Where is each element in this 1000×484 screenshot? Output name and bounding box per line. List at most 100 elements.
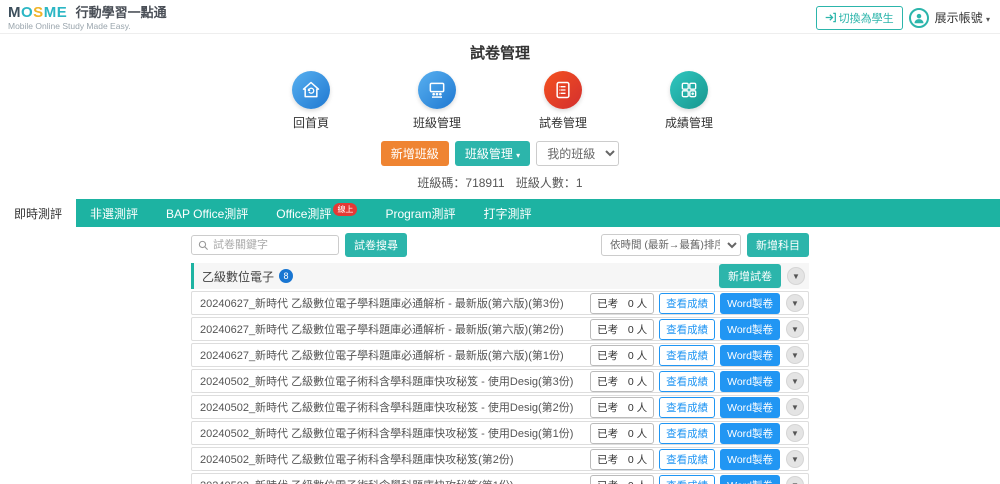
logo-letters: MOSME xyxy=(8,4,67,21)
exam-count-badge: 8 xyxy=(279,269,293,283)
row-menu-button[interactable]: ▼ xyxy=(786,294,804,312)
view-scores-button[interactable]: 查看成績 xyxy=(659,397,715,418)
view-scores-button[interactable]: 查看成績 xyxy=(659,293,715,314)
exam-row: 20240627_新時代 乙級數位電子學科題庫必通解析 - 最新版(第六版)(第… xyxy=(191,291,809,315)
taken-count-box: 已考 0 人 xyxy=(590,449,654,470)
row-menu-button[interactable]: ▼ xyxy=(786,424,804,442)
tab-bap-office-assessment[interactable]: BAP Office測評 xyxy=(152,199,262,227)
avatar[interactable] xyxy=(909,8,929,28)
assessment-tabs: 即時測評 非選測評 BAP Office測評 Office測評線上 Progra… xyxy=(0,199,1000,227)
exam-title: 20240627_新時代 乙級數位電子學科題庫必通解析 - 最新版(第六版)(第… xyxy=(200,347,590,363)
add-class-button[interactable]: 新增班級 xyxy=(381,141,449,166)
row-menu-button[interactable]: ▼ xyxy=(786,476,804,484)
exam-title: 20240502_新時代 乙級數位電子術科含學科題庫快攻秘笈 - 使用Desig… xyxy=(200,373,590,389)
tab-typing-assessment[interactable]: 打字測評 xyxy=(469,199,545,227)
nav-class-management[interactable]: 班級管理 xyxy=(405,71,469,131)
search-box xyxy=(191,235,339,255)
exam-title: 20240502_新時代 乙級數位電子術科含學科題庫快攻秘笈(第2份) xyxy=(200,451,590,467)
chevron-down-icon: ▼ xyxy=(791,455,799,464)
nav-score-management[interactable]: 成績管理 xyxy=(657,71,721,131)
chevron-down-icon: ▼ xyxy=(791,429,799,438)
word-make-exam-button[interactable]: Word製卷 xyxy=(720,423,780,444)
row-menu-button[interactable]: ▼ xyxy=(786,372,804,390)
tab-office-assessment[interactable]: Office測評線上 xyxy=(262,199,371,227)
grades-grid-icon xyxy=(670,71,708,109)
brand-tagline: Mobile Online Study Made Easy. xyxy=(8,22,167,31)
taken-count-box: 已考 0 人 xyxy=(590,345,654,366)
page-title: 試卷管理 xyxy=(0,42,1000,63)
word-make-exam-button[interactable]: Word製卷 xyxy=(720,293,780,314)
logo[interactable]: MOSME 行動學習一點通 Mobile Online Study Made E… xyxy=(8,5,167,31)
taken-label: 已考 xyxy=(597,426,618,441)
taken-label: 已考 xyxy=(597,400,618,415)
tab-instant-assessment[interactable]: 即時測評 xyxy=(0,199,76,227)
exam-title: 20240502_新時代 乙級數位電子術科含學科題庫快攻秘笈(第1份) xyxy=(200,477,590,484)
row-menu-button[interactable]: ▼ xyxy=(786,346,804,364)
exam-row: 20240502_新時代 乙級數位電子術科含學科題庫快攻秘笈 - 使用Desig… xyxy=(191,395,809,419)
tab-nonselect-assessment[interactable]: 非選測評 xyxy=(76,199,152,227)
word-make-exam-button[interactable]: Word製卷 xyxy=(720,345,780,366)
view-scores-button[interactable]: 查看成績 xyxy=(659,319,715,340)
class-size: 班級人數：1 xyxy=(516,176,583,190)
add-subject-button[interactable]: 新增科目 xyxy=(747,233,809,257)
manage-class-dropdown[interactable]: 班級管理 ▾ xyxy=(455,141,530,166)
account-menu[interactable]: 展示帳號 ▾ xyxy=(935,9,990,26)
view-scores-button[interactable]: 查看成績 xyxy=(659,371,715,392)
add-exam-button[interactable]: 新增試卷 xyxy=(719,264,781,288)
subject-title: 乙級數位電子 xyxy=(202,268,274,285)
exam-title: 20240627_新時代 乙級數位電子學科題庫必通解析 - 最新版(第六版)(第… xyxy=(200,295,590,311)
taken-label: 已考 xyxy=(597,374,618,389)
view-scores-button[interactable]: 查看成績 xyxy=(659,423,715,444)
taken-count-box: 已考 0 人 xyxy=(590,423,654,444)
search-input[interactable] xyxy=(213,239,331,251)
collapse-section-button[interactable]: ▼ xyxy=(787,267,805,285)
row-menu-button[interactable]: ▼ xyxy=(786,450,804,468)
word-make-exam-button[interactable]: Word製卷 xyxy=(720,319,780,340)
taken-count-box: 已考 0 人 xyxy=(590,371,654,392)
nav-exam-management[interactable]: 試卷管理 xyxy=(531,71,595,131)
chevron-down-icon: ▼ xyxy=(791,299,799,308)
tab-program-assessment[interactable]: Program測評 xyxy=(371,199,469,227)
exam-title: 20240502_新時代 乙級數位電子術科含學科題庫快攻秘笈 - 使用Desig… xyxy=(200,425,590,441)
chevron-down-icon: ▼ xyxy=(791,403,799,412)
exam-title: 20240502_新時代 乙級數位電子術科含學科題庫快攻秘笈 - 使用Desig… xyxy=(200,399,590,415)
taken-count-box: 已考 0 人 xyxy=(590,475,654,484)
search-exam-button[interactable]: 試卷搜尋 xyxy=(345,233,407,257)
word-make-exam-button[interactable]: Word製卷 xyxy=(720,475,780,484)
word-make-exam-button[interactable]: Word製卷 xyxy=(720,371,780,392)
module-icons: 回首頁 班級管理 試卷管理 成績管理 xyxy=(0,71,1000,131)
row-menu-button[interactable]: ▼ xyxy=(786,320,804,338)
exam-row: 20240502_新時代 乙級數位電子術科含學科題庫快攻秘笈 - 使用Desig… xyxy=(191,369,809,393)
taken-count: 0 人 xyxy=(628,296,647,311)
taken-count: 0 人 xyxy=(628,478,647,484)
sort-select[interactable]: 依時間 (最新→最舊)排序 xyxy=(601,234,741,256)
view-scores-button[interactable]: 查看成績 xyxy=(659,345,715,366)
taken-label: 已考 xyxy=(597,322,618,337)
my-class-select[interactable]: 我的班級 xyxy=(536,141,619,166)
view-scores-button[interactable]: 查看成績 xyxy=(659,449,715,470)
taken-count-box: 已考 0 人 xyxy=(590,397,654,418)
home-icon xyxy=(292,71,330,109)
chevron-down-icon: ▾ xyxy=(516,151,520,160)
switch-to-student-button[interactable]: 切換為學生 xyxy=(816,6,903,30)
row-menu-button[interactable]: ▼ xyxy=(786,398,804,416)
word-make-exam-button[interactable]: Word製卷 xyxy=(720,397,780,418)
brand-name: 行動學習一點通 xyxy=(76,5,167,20)
chevron-down-icon: ▼ xyxy=(791,351,799,360)
class-code: 班級碼：718911 xyxy=(417,176,504,190)
taken-count-box: 已考 0 人 xyxy=(590,293,654,314)
taken-label: 已考 xyxy=(597,348,618,363)
taken-label: 已考 xyxy=(597,452,618,467)
nav-home[interactable]: 回首頁 xyxy=(279,71,343,131)
class-info: 班級碼：718911 班級人數：1 xyxy=(0,174,1000,191)
taken-count: 0 人 xyxy=(628,426,647,441)
exam-row: 20240502_新時代 乙級數位電子術科含學科題庫快攻秘笈(第2份) 已考 0… xyxy=(191,447,809,471)
exam-row: 20240627_新時代 乙級數位電子學科題庫必通解析 - 最新版(第六版)(第… xyxy=(191,343,809,367)
word-make-exam-button[interactable]: Word製卷 xyxy=(720,449,780,470)
view-scores-button[interactable]: 查看成績 xyxy=(659,475,715,484)
search-icon xyxy=(198,240,209,251)
taken-count: 0 人 xyxy=(628,348,647,363)
classroom-icon xyxy=(418,71,456,109)
chevron-down-icon: ▼ xyxy=(791,377,799,386)
sections: 乙級數位電子 8 新增試卷 ▼ 20240627_新時代 乙級數位電子學科題庫必… xyxy=(191,263,809,484)
